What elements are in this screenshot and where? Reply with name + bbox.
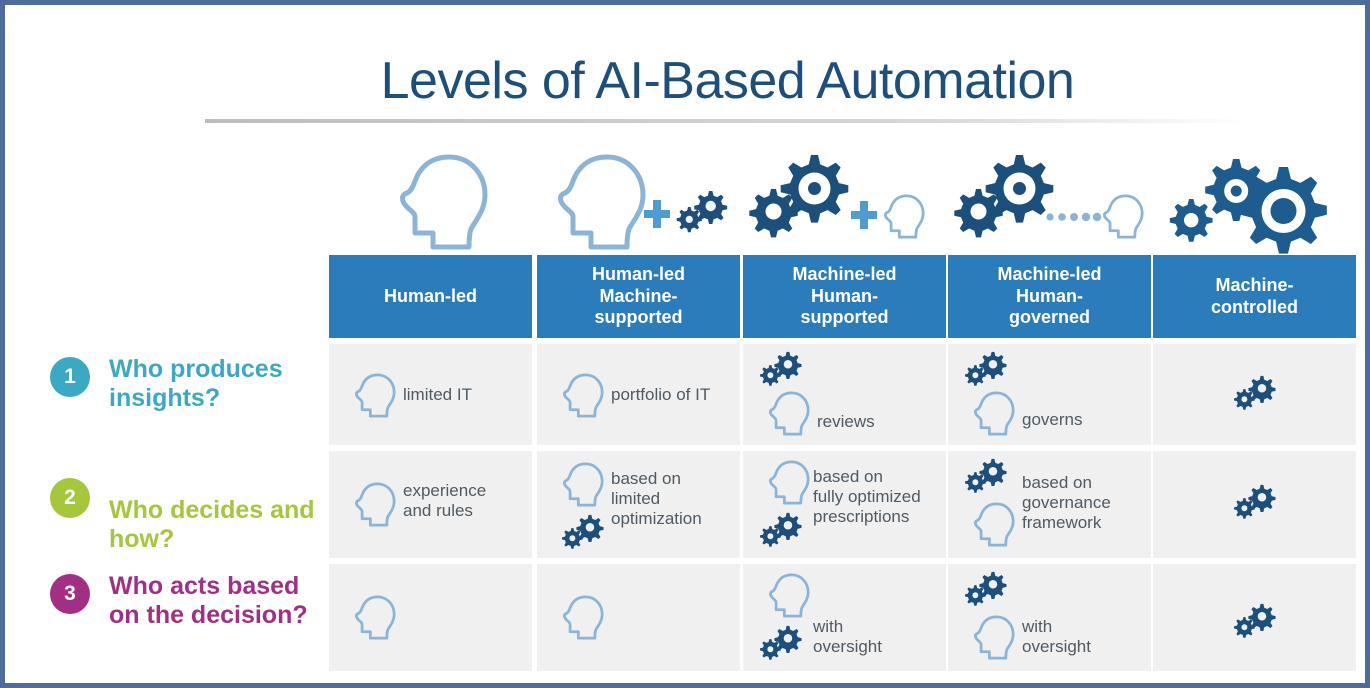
head-icon	[768, 391, 810, 436]
gears-icon	[965, 351, 1007, 386]
cell-r1c3: reviews	[743, 344, 946, 445]
head-icon	[883, 194, 925, 239]
cell-r2c4: based on governance framework	[948, 451, 1151, 558]
cell-r3c3-text: with oversight	[813, 617, 882, 656]
gears-icon	[749, 155, 849, 238]
head-icon	[1102, 194, 1144, 239]
cell-r1c1: limited IT	[329, 344, 532, 445]
plus-sign-icon	[644, 200, 670, 228]
head-icon	[973, 502, 1015, 547]
column-3-top-icon	[743, 145, 946, 255]
cell-r2c3-text: based on fully optimized prescriptions	[813, 467, 921, 526]
gears-icon	[760, 625, 802, 660]
column-machine-controlled: Machine- controlled	[1153, 145, 1356, 671]
cell-r2c3: based on fully optimized prescriptions	[743, 451, 946, 558]
head-icon	[354, 482, 396, 527]
column-header-3: Machine-led Human- supported	[743, 255, 946, 338]
cell-r1c2-text: portfolio of IT	[611, 385, 711, 404]
column-header-4: Machine-led Human- governed	[948, 255, 1151, 338]
gears-icon	[965, 571, 1007, 606]
column-2-top-icon	[537, 145, 740, 255]
cell-r3c1	[329, 564, 532, 671]
cell-r2c1: experience and rules	[329, 451, 532, 558]
cell-r1c4-text: governs	[1022, 410, 1083, 429]
gears-icon	[760, 351, 802, 386]
column-human-led: Human-led limited IT experience and rule…	[329, 145, 532, 671]
title-divider	[205, 119, 1250, 123]
head-icon	[400, 154, 488, 250]
gears-icon	[1234, 484, 1276, 519]
head-icon	[768, 460, 810, 505]
dotted-line-icon	[1046, 212, 1102, 222]
column-header-2: Human-led Machine- supported	[537, 255, 740, 338]
cell-r3c3: with oversight	[743, 564, 946, 671]
cell-r3c4: with oversight	[948, 564, 1151, 671]
column-header-1: Human-led	[329, 255, 532, 338]
head-icon	[973, 615, 1015, 660]
head-icon	[562, 462, 604, 507]
row-question-2: Who decides and how?	[109, 496, 315, 553]
column-machine-led-human-supported: Machine-led Human- supported reviews bas…	[743, 145, 946, 671]
gears-icon	[965, 458, 1007, 493]
gears-icon	[1234, 603, 1276, 638]
column-4-top-icon	[948, 145, 1151, 255]
column-human-led-machine-supported: Human-led Machine- supported portfolio o…	[537, 145, 740, 671]
plus-sign-icon	[851, 201, 877, 229]
gears-icon	[562, 514, 604, 549]
cell-r2c4-text: based on governance framework	[1022, 473, 1111, 532]
head-icon	[354, 373, 396, 418]
cell-r2c2: based on limited optimization	[537, 451, 740, 558]
cell-r2c2-text: based on limited optimization	[611, 469, 702, 528]
gears-icon	[1234, 375, 1276, 410]
cell-r1c4: governs	[948, 344, 1151, 445]
column-header-5: Machine- controlled	[1153, 255, 1356, 338]
cell-r1c3-text: reviews	[817, 412, 875, 431]
cell-r1c2: portfolio of IT	[537, 344, 740, 445]
head-icon	[973, 391, 1015, 436]
head-icon	[354, 595, 396, 640]
row-badge-1: 1	[50, 357, 90, 397]
cell-r3c4-text: with oversight	[1022, 617, 1091, 656]
cell-r1c5	[1153, 344, 1356, 445]
gears-icon	[954, 155, 1054, 238]
infographic-frame: Levels of AI-Based Automation 1 Who prod…	[0, 0, 1370, 688]
cell-r2c5	[1153, 451, 1356, 558]
head-icon	[768, 573, 810, 618]
page-title: Levels of AI-Based Automation	[380, 52, 1075, 110]
cell-r2c1-text: experience and rules	[403, 481, 487, 520]
gears-icon	[1169, 159, 1327, 254]
title-area: Levels of AI-Based Automation	[205, 51, 1250, 127]
column-1-top-icon	[329, 145, 532, 255]
row-question-3: Who acts based on the decision?	[109, 572, 308, 629]
row-badge-3: 3	[50, 574, 90, 614]
head-icon	[562, 373, 604, 418]
gears-icon	[760, 512, 802, 547]
row-badge-2: 2	[50, 478, 90, 518]
head-icon	[562, 595, 604, 640]
column-5-top-icon	[1153, 145, 1356, 255]
column-machine-led-human-governed: Machine-led Human- governed governs base…	[948, 145, 1151, 671]
cell-r3c2	[537, 564, 740, 671]
cell-r1c1-text: limited IT	[403, 385, 472, 404]
row-question-1: Who produces insights?	[109, 355, 283, 412]
cell-r3c5	[1153, 564, 1356, 671]
gears-icon	[676, 191, 728, 233]
head-icon	[558, 154, 646, 250]
